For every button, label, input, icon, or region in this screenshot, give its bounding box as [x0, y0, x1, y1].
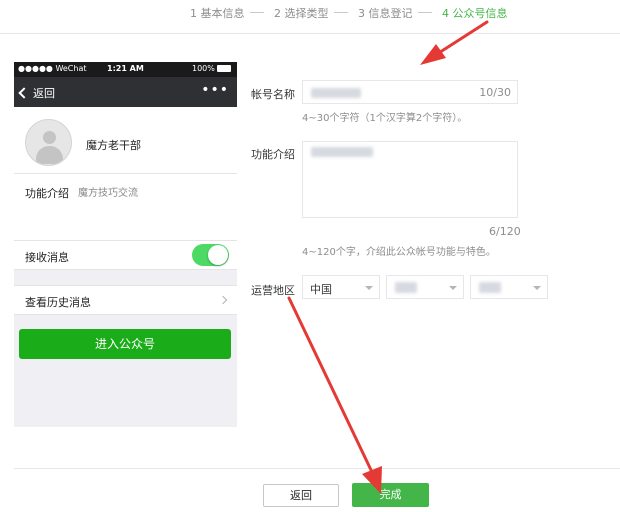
- avatar-body-icon: [36, 146, 63, 164]
- blurred-value: [395, 282, 417, 293]
- caret-down-icon: [533, 286, 541, 290]
- country-select[interactable]: 中国: [302, 275, 380, 299]
- receive-messages-toggle[interactable]: [192, 244, 229, 266]
- more-icon[interactable]: •••: [201, 82, 229, 98]
- history-label: 查看历史消息: [25, 296, 91, 309]
- avatar: [25, 119, 72, 166]
- account-name-label: 帐号名称: [251, 88, 295, 101]
- country-value: 中国: [310, 283, 332, 296]
- account-name: 魔方老干部: [86, 139, 141, 152]
- step-4-active: 4 公众号信息: [442, 7, 508, 20]
- blurred-value: [479, 282, 501, 293]
- step-2: 2 选择类型: [274, 7, 329, 20]
- status-bar: ●●●●● WeChat 1:21 AM 100%: [14, 62, 237, 77]
- nav-back-label: 返回: [33, 87, 55, 100]
- clock: 1:21 AM: [107, 64, 144, 73]
- toggle-knob: [208, 245, 228, 265]
- nav-back-button[interactable]: 返回: [18, 85, 55, 101]
- blurred-value: [311, 88, 361, 98]
- step-1: 1 基本信息: [190, 7, 245, 20]
- description-counter: 6/120: [489, 225, 521, 238]
- enter-account-button[interactable]: 进入公众号: [19, 329, 231, 359]
- battery-label: 100%: [192, 64, 215, 73]
- receive-messages-cell: 接收消息: [14, 240, 237, 270]
- phone-preview: ●●●●● WeChat 1:21 AM 100% 返回 ••• 魔方老干部 功…: [14, 62, 237, 427]
- description-tip: 4~120个字，介绍此公众帐号功能与特色。: [302, 247, 496, 258]
- caret-down-icon: [449, 286, 457, 290]
- step-separator: [250, 12, 264, 13]
- back-button[interactable]: 返回: [263, 484, 339, 507]
- province-select[interactable]: [386, 275, 464, 299]
- chevron-left-icon: [18, 87, 30, 99]
- history-messages-cell[interactable]: 查看历史消息: [14, 285, 237, 315]
- footer-divider: [14, 468, 620, 469]
- avatar-head-icon: [43, 131, 56, 144]
- arrow-to-done-button: [287, 296, 382, 494]
- battery-icon: [217, 65, 231, 72]
- chevron-right-icon: [218, 295, 228, 305]
- account-name-input[interactable]: 10/30: [302, 80, 518, 104]
- function-value: 魔方技巧交流: [78, 188, 138, 199]
- description-textarea[interactable]: [302, 141, 518, 218]
- step-separator: [418, 12, 432, 13]
- account-name-tip: 4~30个字符（1个汉字算2个字符）。: [302, 113, 468, 124]
- function-label: 功能介绍: [25, 187, 69, 200]
- caret-down-icon: [365, 286, 373, 290]
- account-name-counter: 10/30: [479, 86, 511, 99]
- description-label: 功能介绍: [251, 148, 295, 161]
- divider: [14, 173, 237, 174]
- blurred-value: [311, 147, 373, 157]
- step-3: 3 信息登记: [358, 7, 413, 20]
- carrier-label: ●●●●● WeChat: [18, 64, 87, 73]
- done-button[interactable]: 完成: [352, 483, 429, 507]
- receive-messages-label: 接收消息: [25, 251, 69, 264]
- nav-bar: 返回 •••: [14, 77, 237, 107]
- step-indicator: 1 基本信息 2 选择类型 3 信息登记 4 公众号信息: [0, 0, 620, 34]
- step-separator: [334, 12, 348, 13]
- city-select[interactable]: [470, 275, 548, 299]
- region-label: 运营地区: [251, 284, 295, 297]
- profile-card: 魔方老干部 功能介绍 魔方技巧交流: [14, 107, 237, 240]
